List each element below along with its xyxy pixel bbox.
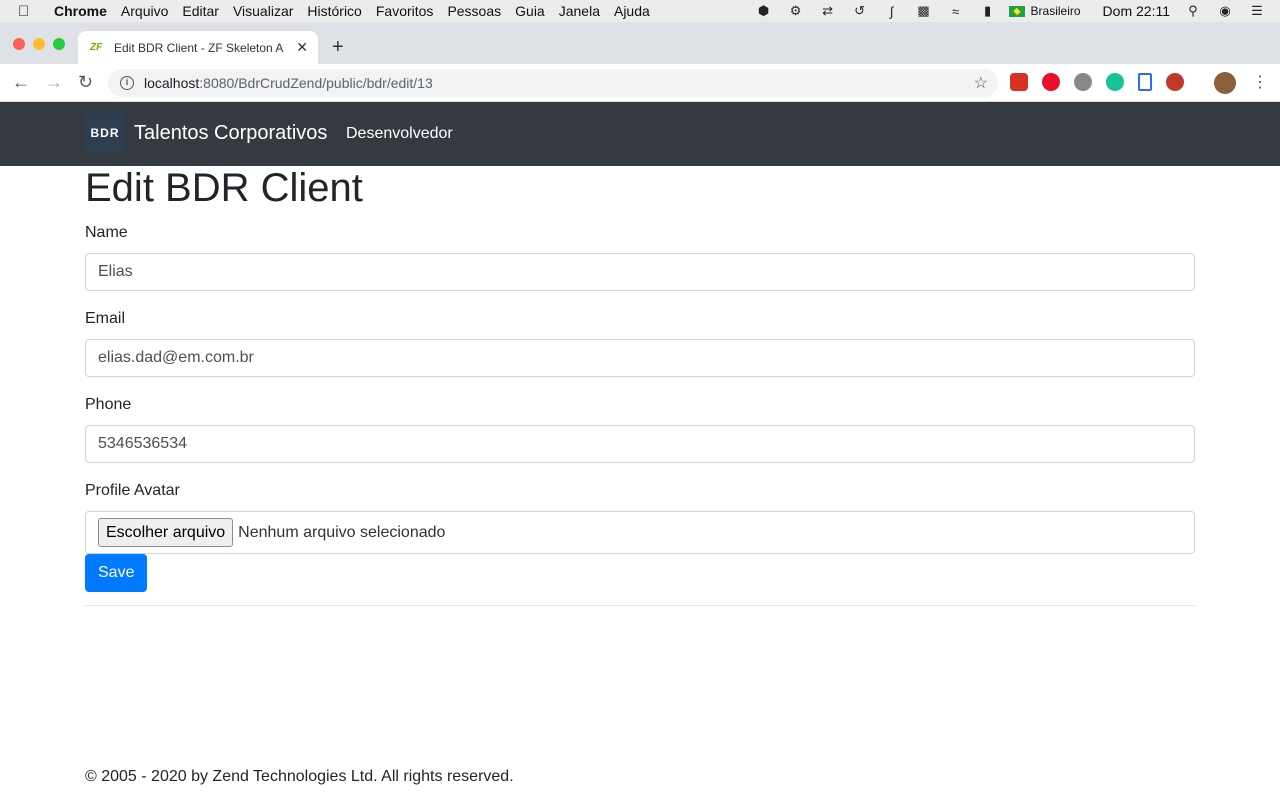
teamviewer-icon[interactable]: ⇄ [819, 3, 837, 18]
adblock-icon[interactable] [1042, 73, 1060, 91]
extension-red-icon[interactable] [1010, 73, 1028, 91]
app-status-icon[interactable]: ⬢ [755, 3, 773, 18]
menubar-status-area: ⬢ ⚙ ⇄ ↺ ∫ ▩ ≈ ▮ Brasileiro Dom 22:11 ⚲ ◉… [741, 0, 1280, 22]
keyboard-icon[interactable]: ▩ [915, 3, 933, 18]
menu-app-chrome[interactable]: Chrome [54, 3, 107, 19]
menu-arquivo[interactable]: Arquivo [121, 3, 168, 19]
extension-dark-red-icon[interactable] [1166, 73, 1184, 91]
name-input[interactable] [85, 253, 1195, 291]
bookmark-star-icon[interactable]: ☆ [974, 73, 988, 93]
menu-guia[interactable]: Guia [515, 3, 545, 19]
apple-icon[interactable]:  [18, 3, 40, 20]
window-close-button[interactable] [13, 38, 25, 50]
extension-blue-icon[interactable] [1138, 73, 1152, 91]
url-path: :8080/BdrCrudZend/public/bdr/edit/13 [199, 75, 433, 91]
window-minimize-button[interactable] [33, 38, 45, 50]
new-tab-icon[interactable]: + [332, 36, 344, 59]
menu-ajuda[interactable]: Ajuda [614, 3, 650, 19]
main-content: Edit BDR Client Name Email Phone Profile… [85, 166, 1195, 592]
menu-pessoas[interactable]: Pessoas [447, 3, 501, 19]
menu-visualizar[interactable]: Visualizar [233, 3, 293, 19]
save-button[interactable]: Save [85, 554, 148, 592]
chrome-menu-icon[interactable]: ⋮ [1252, 72, 1268, 92]
browser-tab-strip: ZF Edit BDR Client - ZF Skeleton A ✕ + [0, 22, 1280, 64]
bluetooth-icon[interactable]: ∫ [883, 4, 901, 19]
macos-menu-bar:  Chrome Arquivo Editar Visualizar Histó… [0, 0, 1280, 22]
input-language[interactable]: Brasileiro [1031, 4, 1081, 18]
file-status-text: Nenhum arquivo selecionado [238, 523, 446, 541]
nav-link-desenvolvedor[interactable]: Desenvolvedor [346, 125, 453, 143]
email-input[interactable] [85, 339, 1195, 377]
docker-icon[interactable]: ⚙ [787, 3, 805, 18]
wifi-icon[interactable]: ≈ [947, 4, 965, 19]
tab-close-icon[interactable]: ✕ [296, 39, 308, 56]
site-navbar: BDR Talentos Corporativos Desenvolvedor [0, 102, 1280, 166]
battery-icon[interactable]: ▮ [979, 3, 997, 18]
notification-center-icon[interactable]: ☰ [1248, 3, 1266, 18]
site-info-icon[interactable]: i [120, 76, 134, 90]
phone-input[interactable] [85, 425, 1195, 463]
url-text[interactable]: localhost:8080/BdrCrudZend/public/bdr/ed… [144, 75, 433, 91]
spotlight-search-icon[interactable]: ⚲ [1184, 3, 1202, 18]
profile-avatar[interactable] [1214, 72, 1236, 94]
address-bar[interactable]: i localhost:8080/BdrCrudZend/public/bdr/… [108, 69, 998, 97]
menu-editar[interactable]: Editar [182, 3, 219, 19]
footer-divider [85, 605, 1195, 606]
phone-label: Phone [85, 396, 132, 413]
email-label: Email [85, 310, 126, 327]
footer-copyright: © 2005 - 2020 by Zend Technologies Ltd. … [85, 768, 514, 785]
avatar-label: Profile Avatar [85, 482, 180, 499]
page-title: Edit BDR Client [85, 166, 363, 210]
menu-janela[interactable]: Janela [559, 3, 600, 19]
siri-icon[interactable]: ◉ [1216, 3, 1234, 18]
back-arrow-icon[interactable]: ← [12, 72, 30, 93]
time-machine-icon[interactable]: ↺ [851, 3, 869, 18]
url-host: localhost [144, 75, 200, 91]
menu-favoritos[interactable]: Favoritos [376, 3, 434, 19]
forward-arrow-icon[interactable]: → [45, 72, 63, 93]
browser-tab-active[interactable]: ZF Edit BDR Client - ZF Skeleton A ✕ [78, 31, 318, 64]
brazil-flag-icon[interactable] [1008, 5, 1025, 17]
choose-file-button[interactable]: Escolher arquivo [98, 518, 234, 547]
menu-historico[interactable]: Histórico [307, 3, 361, 19]
menubar-clock[interactable]: Dom 22:11 [1103, 3, 1170, 19]
extensions-area [1010, 73, 1198, 91]
reload-icon[interactable]: ↻ [78, 72, 93, 93]
bdr-logo[interactable]: BDR [85, 113, 125, 153]
tab-title: Edit BDR Client - ZF Skeleton A [114, 40, 284, 55]
browser-toolbar: ← → ↻ i localhost:8080/BdrCrudZend/publi… [0, 64, 1280, 102]
grammarly-icon[interactable] [1106, 73, 1124, 91]
brand-link[interactable]: Talentos Corporativos [134, 122, 327, 145]
extension-gear-icon[interactable] [1074, 73, 1092, 91]
window-maximize-button[interactable] [53, 38, 65, 50]
avatar-file-input[interactable]: Escolher arquivo Nenhum arquivo selecion… [85, 511, 1195, 554]
zf-favicon-icon: ZF [90, 42, 103, 53]
name-label: Name [85, 224, 128, 241]
